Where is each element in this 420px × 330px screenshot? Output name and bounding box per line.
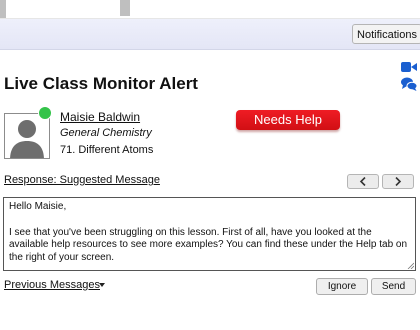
previous-suggestion-button[interactable] <box>347 174 379 189</box>
ignore-button[interactable]: Ignore <box>316 278 368 295</box>
video-camera-icon[interactable] <box>401 61 417 73</box>
chevron-right-icon <box>395 176 402 187</box>
message-textarea[interactable]: Hello Maisie, I see that you've been str… <box>3 197 416 271</box>
notifications-button[interactable]: Notifications <box>352 24 420 44</box>
lesson-name: 71. Different Atoms <box>60 144 154 156</box>
message-greeting: Hello Maisie, <box>9 201 67 212</box>
chevron-left-icon <box>359 176 366 187</box>
bottom-bar <box>0 301 420 330</box>
send-button[interactable]: Send <box>371 278 416 295</box>
caret-down-icon[interactable] <box>99 283 105 287</box>
course-name: General Chemistry <box>60 127 152 139</box>
chat-bubbles-icon[interactable] <box>401 77 417 91</box>
top-bar-edge <box>0 0 6 18</box>
resize-grip-icon[interactable] <box>407 262 414 269</box>
browser-top-bar <box>0 0 420 19</box>
previous-messages-link[interactable]: Previous Messages <box>4 279 100 291</box>
next-suggestion-button[interactable] <box>382 174 414 189</box>
response-label: Response: Suggested Message <box>4 174 160 186</box>
student-name-link[interactable]: Maisie Baldwin <box>60 110 140 124</box>
online-status-indicator <box>38 106 52 120</box>
message-body: I see that you've been struggling on thi… <box>9 226 408 263</box>
page-title: Live Class Monitor Alert <box>4 74 198 93</box>
top-bar-divider <box>120 0 130 16</box>
status-badge: Needs Help <box>236 110 340 130</box>
user-silhouette-icon <box>10 120 44 158</box>
